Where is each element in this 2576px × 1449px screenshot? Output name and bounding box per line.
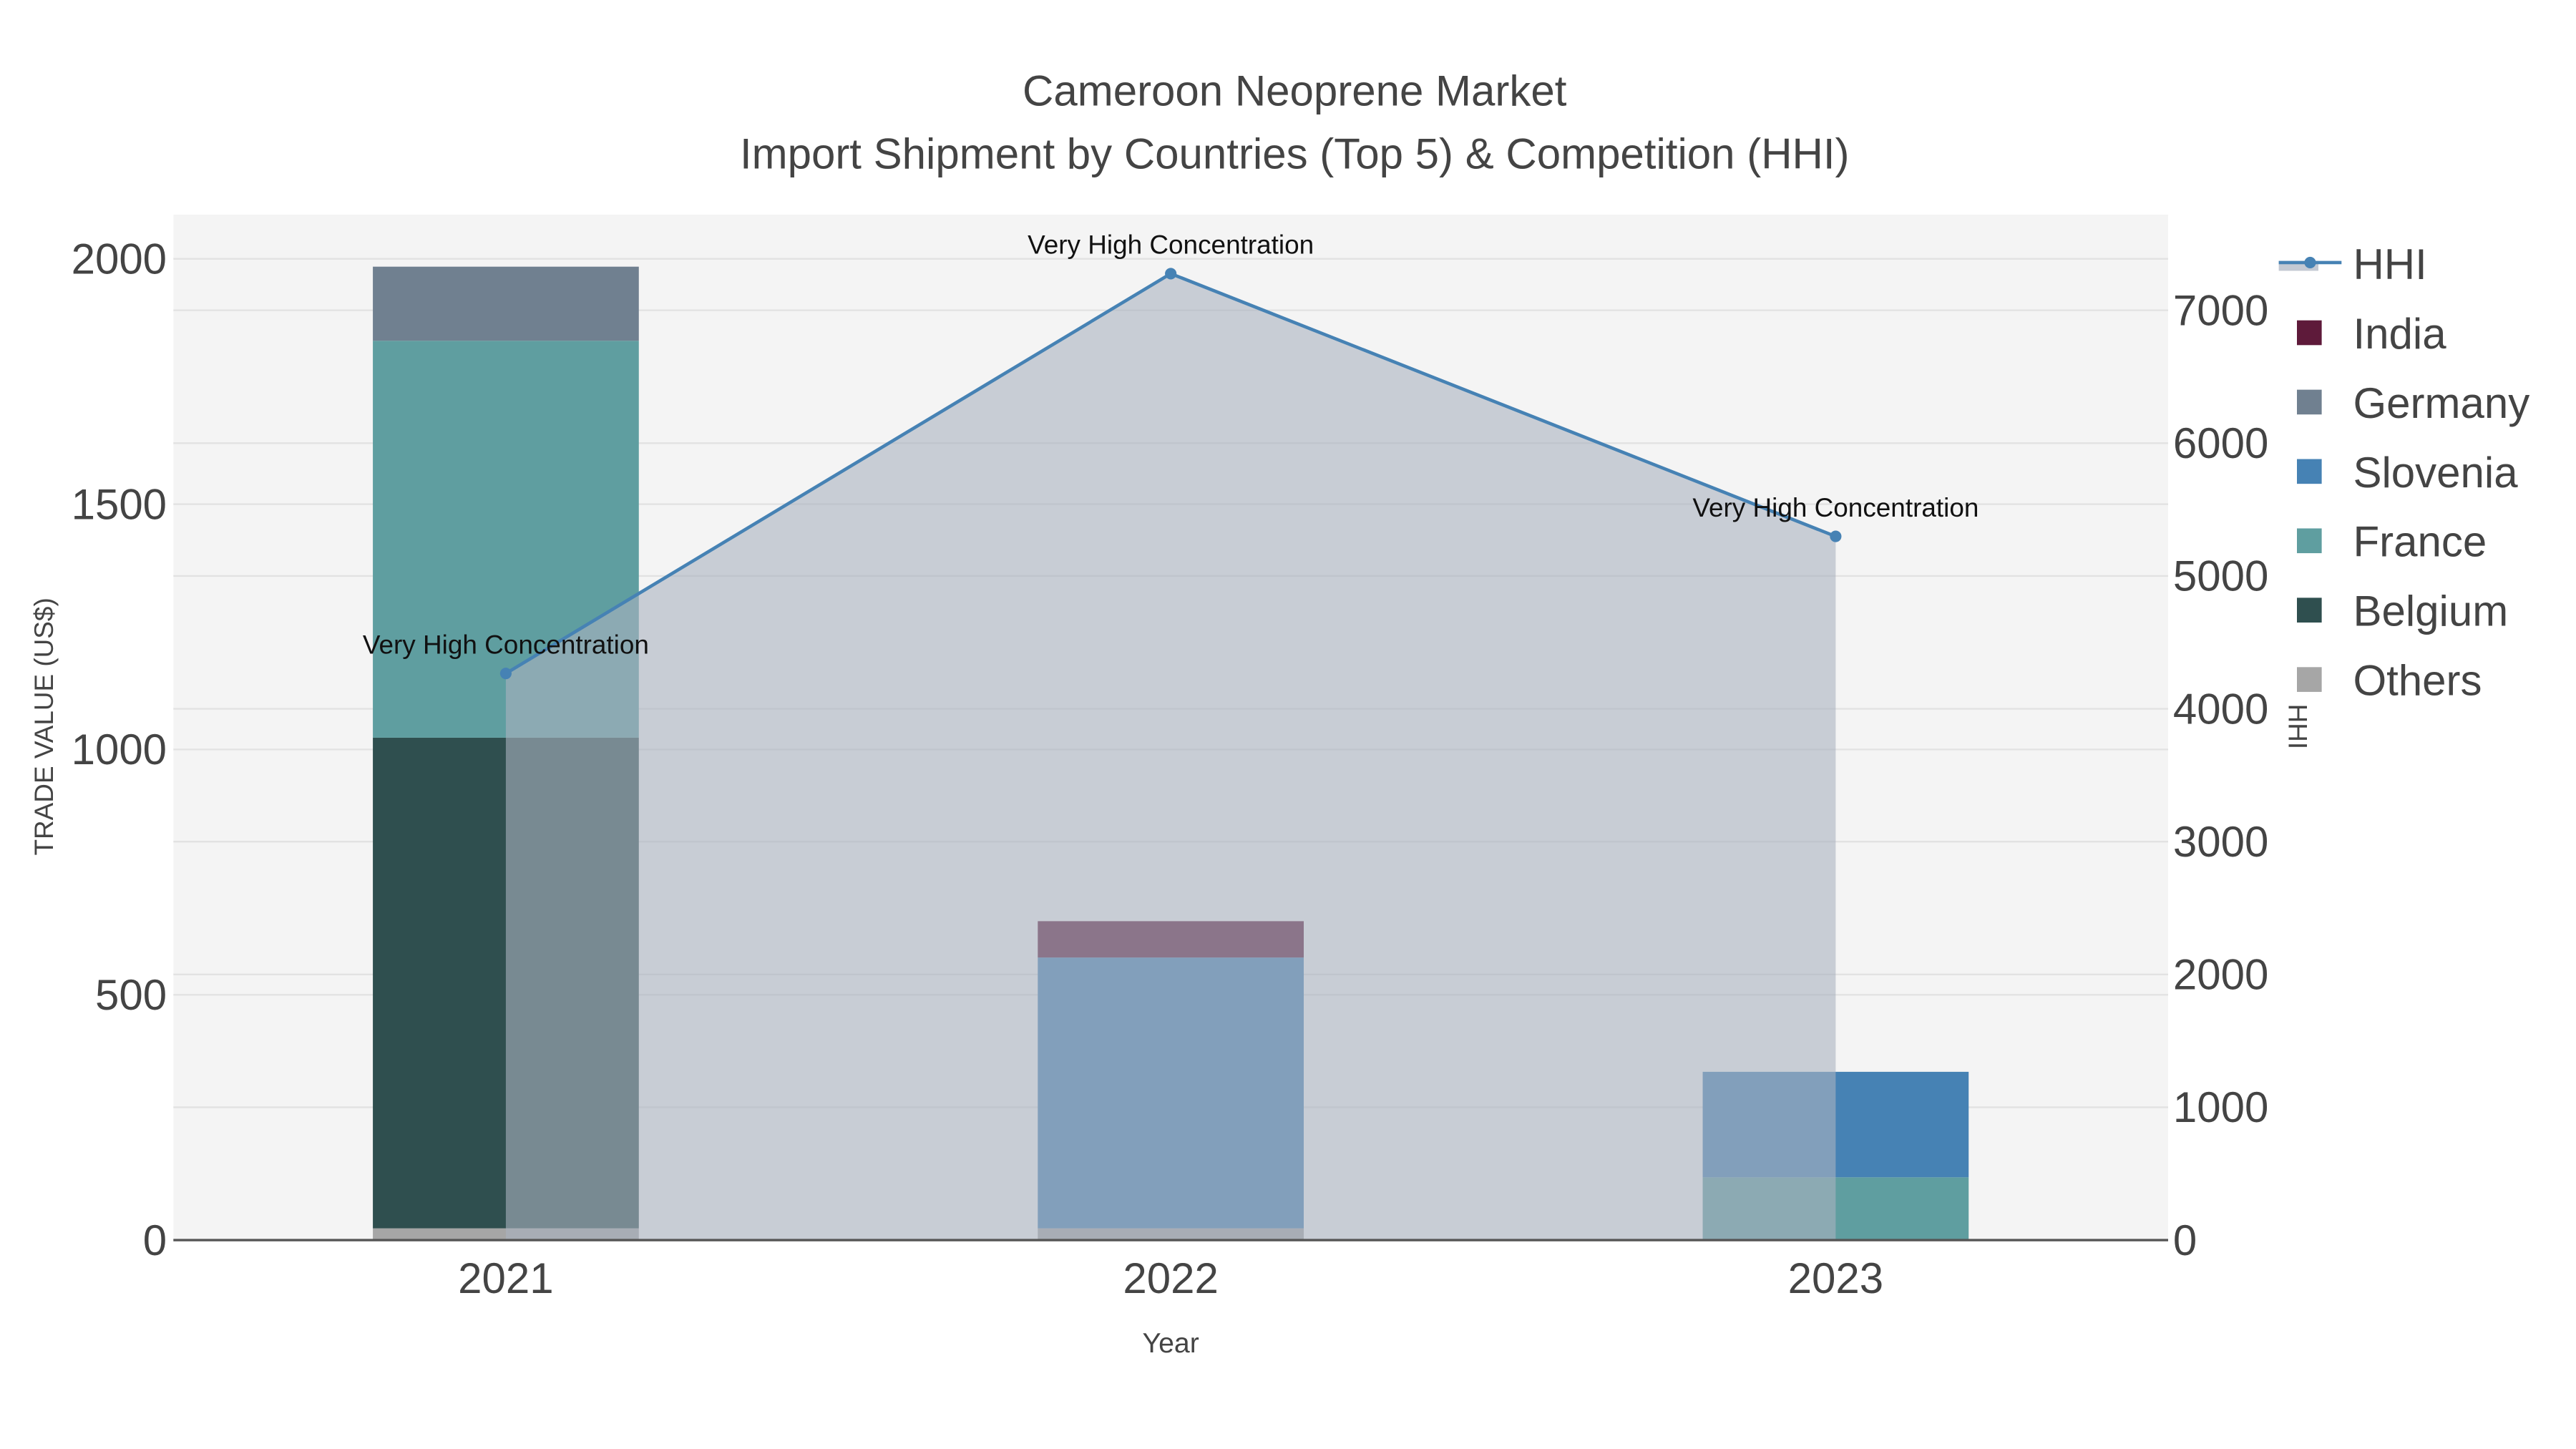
- legend-label-germany: Germany: [2353, 379, 2529, 427]
- y2-tick-label: 3000: [2173, 818, 2268, 866]
- y2-tick-label: 2000: [2173, 951, 2268, 999]
- y2-tick-label: 0: [2173, 1216, 2197, 1264]
- hhi-point-2022: [1165, 268, 1177, 280]
- y2-tick-label: 6000: [2173, 419, 2268, 467]
- y-tick-label: 500: [95, 971, 167, 1019]
- chart: Cameroon Neoprene Market Import Shipment…: [29, 67, 2529, 1359]
- legend-label-india: India: [2353, 310, 2446, 358]
- legend-swatch-others: [2297, 667, 2322, 692]
- bar-germany-2021: [373, 266, 639, 341]
- y2-axis-label: HHI: [2283, 704, 2312, 750]
- x-tick-label: 2023: [1788, 1254, 1883, 1302]
- hhi-point-2021: [499, 668, 512, 680]
- chart-subtitle: Import Shipment by Countries (Top 5) & C…: [740, 130, 1850, 177]
- legend-swatch-belgium: [2297, 597, 2322, 623]
- y-tick-label: 1500: [72, 480, 167, 528]
- y2-tick-label: 1000: [2173, 1083, 2268, 1131]
- legend-swatch-slovenia: [2297, 459, 2322, 484]
- legend-label-belgium: Belgium: [2353, 587, 2508, 635]
- legend-label-hhi: HHI: [2353, 240, 2426, 288]
- legend-swatch-germany: [2297, 389, 2322, 415]
- hhi-annotation: Very High Concentration: [1028, 230, 1314, 260]
- y-tick-label: 0: [143, 1216, 167, 1264]
- y2-tick-label: 7000: [2173, 286, 2268, 334]
- x-tick-label: 2022: [1123, 1254, 1218, 1302]
- hhi-annotation: Very High Concentration: [363, 630, 649, 659]
- y-tick-label: 1000: [72, 726, 167, 774]
- x-axis-label: Year: [1143, 1327, 1199, 1359]
- legend-label-slovenia: Slovenia: [2353, 449, 2518, 497]
- y2-tick-label: 5000: [2173, 552, 2268, 600]
- hhi-annotation: Very High Concentration: [1692, 493, 1979, 522]
- legend-hhi-marker: [2304, 256, 2316, 268]
- y-tick-label: 2000: [72, 235, 167, 283]
- legend-label-others: Others: [2353, 657, 2482, 705]
- hhi-point-2023: [1830, 530, 1842, 542]
- legend-swatch-india: [2297, 320, 2322, 346]
- legend-swatch-france: [2297, 528, 2322, 554]
- legend-label-france: France: [2353, 518, 2487, 566]
- y-axis-label: TRADE VALUE (US$): [29, 597, 59, 855]
- chart-title: Cameroon Neoprene Market: [1023, 67, 1567, 115]
- x-tick-label: 2021: [458, 1254, 553, 1302]
- y2-tick-label: 4000: [2173, 685, 2268, 733]
